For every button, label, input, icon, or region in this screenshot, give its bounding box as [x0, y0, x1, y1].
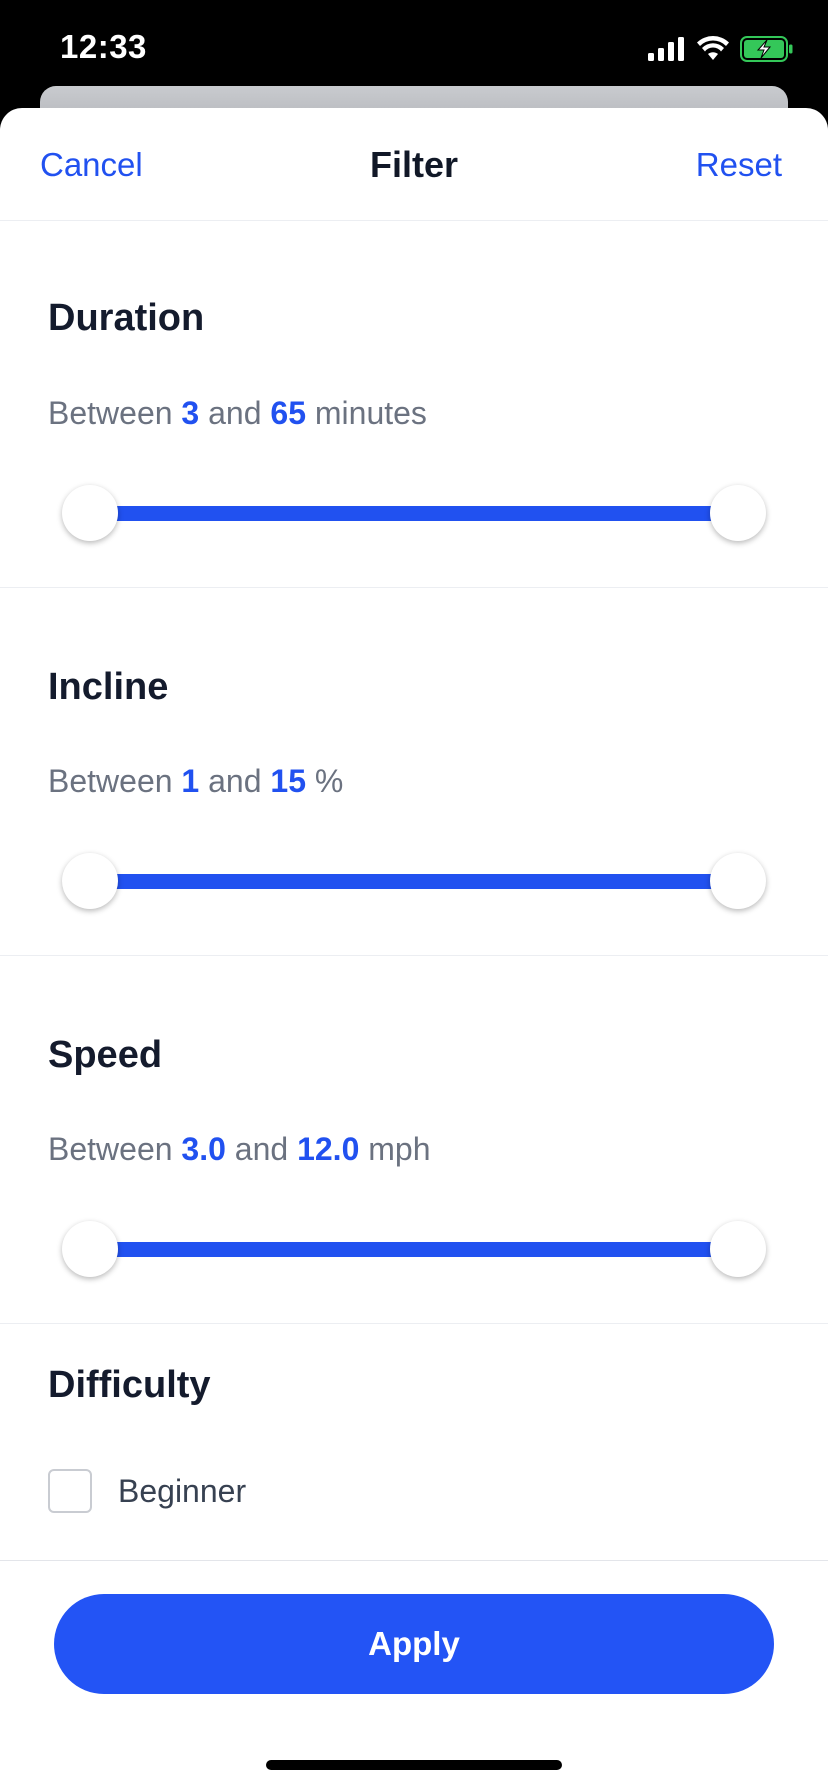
- incline-title: Incline: [48, 666, 169, 708]
- incline-section: Incline Between 1 and 15 %: [0, 588, 828, 956]
- status-icons: [648, 36, 794, 67]
- speed-min-value: 3.0: [181, 1131, 226, 1167]
- speed-max-handle[interactable]: [710, 1221, 766, 1277]
- beginner-checkbox[interactable]: [48, 1469, 92, 1513]
- speed-min-handle[interactable]: [62, 1221, 118, 1277]
- speed-section: Speed Between 3.0 and 12.0 mph: [0, 956, 828, 1324]
- speed-unit: mph: [368, 1131, 431, 1167]
- beginner-label: Beginner: [118, 1472, 247, 1509]
- filter-sheet: Cancel Filter Reset Duration Between 3 a…: [0, 108, 828, 1792]
- speed-slider[interactable]: [62, 1219, 766, 1279]
- incline-slider[interactable]: [62, 851, 766, 911]
- duration-min-value: 3: [181, 395, 200, 431]
- incline-joiner: and: [208, 763, 262, 799]
- footer: Apply: [0, 1560, 828, 1792]
- incline-max-handle[interactable]: [710, 853, 766, 909]
- incline-range-text: Between 1 and 15 %: [48, 763, 343, 800]
- duration-joiner: and: [208, 395, 262, 431]
- incline-slider-track[interactable]: [90, 874, 738, 889]
- apply-button[interactable]: Apply: [54, 1594, 774, 1694]
- wifi-icon: [696, 36, 730, 67]
- duration-min-handle[interactable]: [62, 485, 118, 541]
- battery-charging-icon: [740, 36, 794, 67]
- speed-joiner: and: [234, 1131, 289, 1167]
- duration-prefix: Between: [48, 395, 173, 431]
- cellular-signal-icon: [648, 37, 686, 66]
- status-bar: 12:33: [0, 0, 828, 100]
- duration-title: Duration: [48, 297, 205, 339]
- duration-slider-track[interactable]: [90, 506, 738, 521]
- duration-unit: minutes: [314, 395, 427, 431]
- reset-button[interactable]: Reset: [696, 146, 782, 184]
- nav-bar: Cancel Filter Reset: [0, 108, 828, 221]
- incline-prefix: Between: [48, 763, 173, 799]
- difficulty-section: Difficulty Beginner: [0, 1324, 828, 1564]
- incline-max-value: 15: [270, 763, 306, 799]
- speed-max-value: 12.0: [297, 1131, 360, 1167]
- difficulty-option-beginner[interactable]: Beginner: [48, 1469, 246, 1513]
- incline-unit: %: [314, 763, 344, 799]
- home-indicator[interactable]: [266, 1760, 562, 1770]
- speed-prefix: Between: [48, 1131, 173, 1167]
- speed-slider-track[interactable]: [90, 1242, 738, 1257]
- duration-max-value: 65: [270, 395, 306, 431]
- speed-range-text: Between 3.0 and 12.0 mph: [48, 1131, 431, 1168]
- incline-min-value: 1: [181, 763, 200, 799]
- difficulty-title: Difficulty: [48, 1364, 211, 1406]
- duration-range-text: Between 3 and 65 minutes: [48, 395, 427, 432]
- speed-title: Speed: [48, 1034, 163, 1076]
- status-time: 12:33: [60, 28, 147, 65]
- incline-min-handle[interactable]: [62, 853, 118, 909]
- duration-max-handle[interactable]: [710, 485, 766, 541]
- duration-slider[interactable]: [62, 483, 766, 543]
- duration-section: Duration Between 3 and 65 minutes: [0, 221, 828, 588]
